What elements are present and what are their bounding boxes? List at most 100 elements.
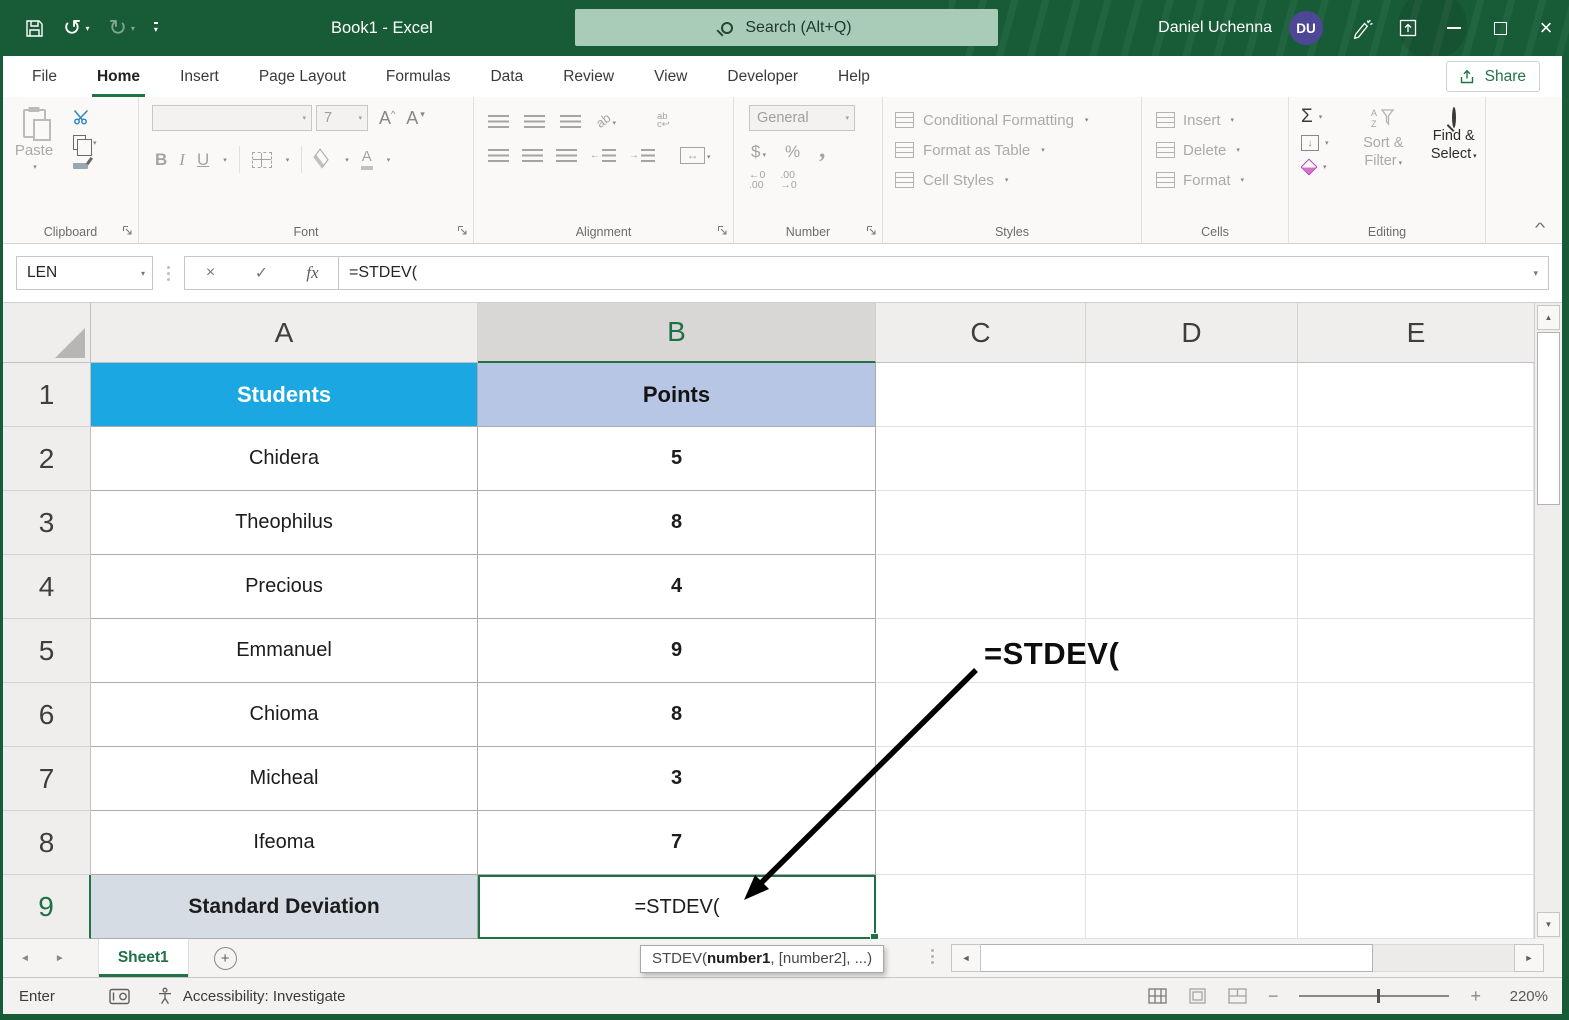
- tab-home[interactable]: Home: [77, 56, 160, 97]
- cell[interactable]: [876, 491, 1086, 555]
- cell[interactable]: [876, 811, 1086, 875]
- cell-styles-button[interactable]: Cell Styles ▾: [883, 165, 1141, 195]
- tab-insert[interactable]: Insert: [160, 56, 239, 97]
- customize-quick-access-button[interactable]: ▾: [153, 22, 158, 34]
- cell-student[interactable]: Emmanuel: [91, 619, 478, 683]
- maximize-button[interactable]: [1477, 0, 1523, 56]
- tab-page-layout[interactable]: Page Layout: [239, 56, 366, 97]
- cell-points[interactable]: 4: [478, 555, 876, 619]
- page-break-view-button[interactable]: [1228, 988, 1247, 1004]
- cell-points[interactable]: 8: [478, 683, 876, 747]
- save-button[interactable]: [25, 19, 44, 38]
- insert-cells-button[interactable]: Insert ▾: [1142, 105, 1288, 135]
- row-header[interactable]: 7: [3, 747, 91, 811]
- delete-cells-button[interactable]: Delete ▾: [1142, 135, 1288, 165]
- scroll-down-button[interactable]: ▼: [1537, 912, 1560, 937]
- tab-data[interactable]: Data: [470, 56, 543, 97]
- orientation-button[interactable]: ab▾: [593, 110, 616, 131]
- vertical-scroll-thumb[interactable]: [1537, 332, 1560, 505]
- cell[interactable]: [876, 683, 1086, 747]
- account-name[interactable]: Daniel Uchenna: [1158, 19, 1272, 37]
- scroll-right-button[interactable]: ►: [1514, 944, 1544, 972]
- cell[interactable]: [1298, 491, 1534, 555]
- comma-style-button[interactable]: ,: [819, 137, 825, 162]
- accounting-format-button[interactable]: $ ▾: [751, 142, 766, 162]
- font-size-combobox[interactable]: 7 ▾: [316, 105, 368, 131]
- zoom-slider-thumb[interactable]: [1377, 989, 1381, 1003]
- page-layout-view-button[interactable]: [1188, 988, 1207, 1004]
- copy-button[interactable]: ▾: [73, 135, 97, 156]
- previous-sheet-button[interactable]: ◄: [20, 953, 30, 964]
- tab-file[interactable]: File: [12, 56, 77, 97]
- increase-decimal-button[interactable]: ←0.00: [749, 170, 765, 191]
- cell-student[interactable]: Chioma: [91, 683, 478, 747]
- font-name-combobox[interactable]: ▾: [152, 105, 312, 131]
- zoom-slider[interactable]: [1299, 989, 1450, 1003]
- sort-filter-button[interactable]: AZ Sort & Filter ▾: [1353, 105, 1414, 174]
- cell-b9-active[interactable]: =STDEV(: [478, 875, 879, 942]
- cell-student[interactable]: Micheal: [91, 747, 478, 811]
- fill-color-dropdown[interactable]: ▾: [345, 156, 349, 164]
- cell[interactable]: [1086, 683, 1298, 747]
- cell-points[interactable]: 5: [478, 427, 876, 491]
- feedback-button[interactable]: [1339, 0, 1385, 56]
- vertical-scrollbar[interactable]: ▲ ▼: [1534, 303, 1562, 939]
- row-header[interactable]: 4: [3, 555, 91, 619]
- row-header[interactable]: 6: [3, 683, 91, 747]
- italic-button[interactable]: I: [179, 150, 185, 170]
- row-header[interactable]: 5: [3, 619, 91, 683]
- format-painter-button[interactable]: [73, 163, 88, 169]
- borders-button[interactable]: [251, 151, 272, 168]
- bold-button[interactable]: B: [155, 150, 167, 170]
- column-header-a[interactable]: A: [91, 303, 478, 363]
- close-button[interactable]: ×: [1523, 0, 1569, 56]
- avatar[interactable]: DU: [1289, 11, 1323, 45]
- wrap-text-button[interactable]: ab c↩: [657, 112, 670, 130]
- align-top-button[interactable]: [488, 114, 509, 128]
- cell[interactable]: [1298, 555, 1534, 619]
- search-input[interactable]: Search (Alt+Q): [575, 9, 998, 46]
- undo-button[interactable]: ↺ ▾: [63, 17, 89, 39]
- align-bottom-button[interactable]: [560, 114, 581, 128]
- share-button[interactable]: Share: [1445, 61, 1540, 92]
- cell[interactable]: [876, 363, 1086, 427]
- row-header[interactable]: 8: [3, 811, 91, 875]
- tab-developer[interactable]: Developer: [707, 56, 818, 97]
- underline-button[interactable]: U: [197, 150, 209, 170]
- name-box-dropdown[interactable]: ▾: [141, 269, 145, 278]
- format-as-table-button[interactable]: Format as Table ▾: [883, 135, 1141, 165]
- select-all-button[interactable]: [3, 303, 91, 363]
- column-header-d[interactable]: D: [1086, 303, 1298, 363]
- format-cells-button[interactable]: Format ▾: [1142, 165, 1288, 195]
- row-header-9[interactable]: 9: [3, 875, 91, 939]
- align-middle-button[interactable]: [524, 114, 545, 128]
- row-header[interactable]: 2: [3, 427, 91, 491]
- column-header-b[interactable]: B: [478, 303, 876, 363]
- cell[interactable]: [1086, 427, 1298, 491]
- align-right-button[interactable]: [556, 148, 577, 162]
- decrease-indent-button[interactable]: ←: [590, 148, 616, 162]
- cancel-formula-button[interactable]: ×: [185, 264, 236, 282]
- paste-button[interactable]: Paste ▾: [3, 105, 65, 171]
- cut-button[interactable]: [73, 109, 91, 125]
- tab-formulas[interactable]: Formulas: [366, 56, 471, 97]
- cell[interactable]: [1086, 363, 1298, 427]
- decrease-decimal-button[interactable]: .00 →0: [780, 170, 796, 191]
- font-dialog-launcher[interactable]: [457, 225, 468, 236]
- cell-points[interactable]: 8: [478, 491, 876, 555]
- minimize-button[interactable]: [1431, 0, 1477, 56]
- normal-view-button[interactable]: [1148, 988, 1167, 1004]
- cell[interactable]: [876, 555, 1086, 619]
- increase-font-size-button[interactable]: A^: [379, 108, 395, 129]
- tab-help[interactable]: Help: [818, 56, 890, 97]
- cell-b1[interactable]: Points: [478, 363, 876, 427]
- cell[interactable]: [1086, 555, 1298, 619]
- enter-formula-button[interactable]: ✓: [236, 263, 287, 283]
- accessibility-status[interactable]: Accessibility: Investigate: [156, 987, 345, 1005]
- align-left-button[interactable]: [488, 148, 509, 162]
- cell[interactable]: [1298, 747, 1534, 811]
- cell[interactable]: [876, 747, 1086, 811]
- cell-student[interactable]: Chidera: [91, 427, 478, 491]
- percent-style-button[interactable]: %: [785, 142, 800, 162]
- tab-review[interactable]: Review: [543, 56, 634, 97]
